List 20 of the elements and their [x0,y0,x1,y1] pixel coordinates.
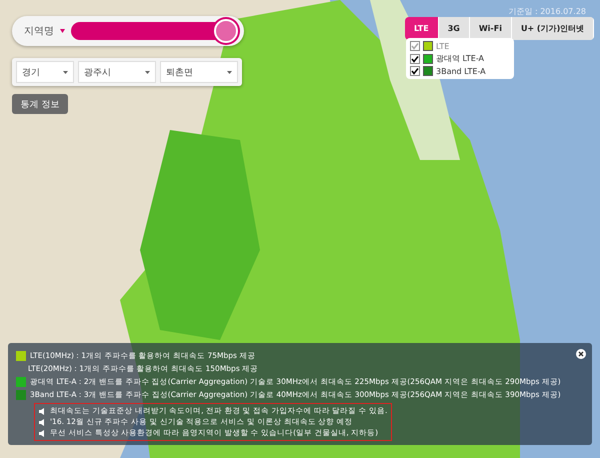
network-tab[interactable]: U+ (기가)인터넷 [512,17,594,40]
region-select[interactable]: 퇴촌면 [160,61,238,83]
search-label: 지역명 [24,25,54,38]
search-button[interactable] [214,19,238,43]
region-search-bar[interactable]: 지역명 [12,16,244,46]
layer-label: 광대역 LTE-A [436,53,484,64]
close-icon[interactable] [576,349,586,359]
region-select[interactable]: 경기 [16,61,74,83]
checkbox[interactable] [410,54,420,64]
region-select[interactable]: 광주시 [78,61,156,83]
reference-date: 기준일 : 2016.07.28 [508,6,586,17]
stats-button[interactable]: 통계 정보 [12,94,68,114]
caret-icon [63,70,68,74]
caret-icon [145,70,150,74]
caret-icon [226,70,232,74]
checkbox[interactable] [410,66,420,76]
network-tab[interactable]: LTE [405,17,439,40]
caret-icon [60,29,65,33]
layer-label: LTE [436,42,450,50]
layer-label: 3Band LTE-A [436,66,486,76]
